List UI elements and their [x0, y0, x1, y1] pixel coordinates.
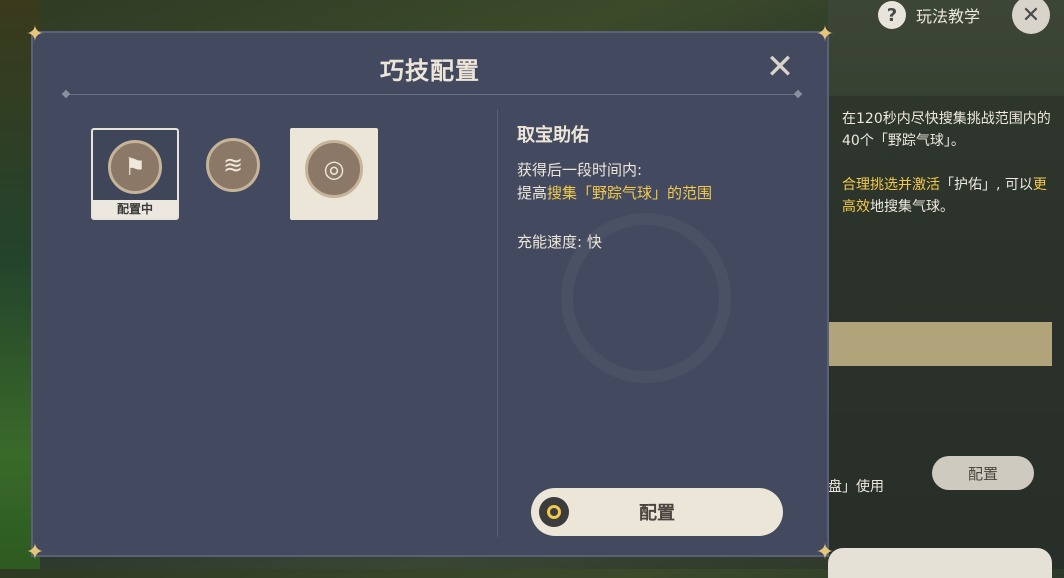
charge-speed: 充能速度: 快 — [517, 233, 602, 251]
challenge-tip: 合理挑选并激活「护佑」, 可以更高效地搜集气球。 — [842, 174, 1052, 218]
gadget-effect-line2: 提高搜集「野踪气球」的范围 — [517, 182, 712, 203]
dialog-title: 巧技配置 — [380, 57, 480, 85]
gadget-slot-2[interactable]: ≋ — [191, 128, 279, 220]
challenge-panel: 在120秒内尽快搜集挑战范围内的40个「野踪气球」。 合理挑选并激活「护佑」, … — [828, 96, 1064, 578]
use-text: 盘」使用 — [828, 479, 884, 495]
gadget-config-dialog: ✦ ✦ ✦ ✦ 巧技配置 ✕ ⚑ 配置中 ≋ ◎ 取宝助佑 获得后一段时间内: … — [26, 24, 834, 564]
title-divider — [67, 94, 797, 95]
help-icon[interactable]: ? — [877, 1, 906, 29]
gadget-treasure-icon: ◎ — [305, 140, 363, 198]
corner-ornament-icon: ✦ — [25, 540, 45, 565]
tip-text: 「护佑」, 可以 — [940, 177, 1033, 193]
gadget-wind-icon: ≋ — [206, 138, 260, 192]
gadget-slot-1[interactable]: ⚑ 配置中 — [91, 128, 179, 220]
info-bar — [828, 322, 1052, 366]
corner-ornament-icon: ✦ — [25, 22, 45, 47]
equipped-badge: 配置中 — [93, 200, 177, 218]
confirm-key-icon — [539, 497, 569, 527]
gadget-name: 取宝助佑 — [517, 125, 589, 146]
gadget-effect-line1: 获得后一段时间内: — [517, 161, 643, 179]
corner-ornament-icon: ✦ — [815, 540, 835, 565]
close-icon[interactable]: ✕ — [1012, 0, 1050, 34]
help-label[interactable]: 玩法教学 — [916, 3, 980, 27]
tip-text-end: 地搜集气球。 — [870, 199, 954, 215]
right-config-button[interactable]: 配置 — [932, 456, 1034, 490]
start-challenge-button[interactable] — [828, 548, 1052, 578]
effect-highlight: 搜集「野踪气球」的范围 — [547, 184, 713, 202]
challenge-description: 在120秒内尽快搜集挑战范围内的40个「野踪气球」。 — [842, 111, 1051, 149]
gadget-slot-3[interactable]: ◎ — [290, 128, 378, 220]
tip-highlight: 合理挑选并激活 — [842, 177, 940, 193]
config-button-label: 配置 — [639, 503, 675, 524]
column-divider — [497, 109, 498, 537]
effect-prefix: 提高 — [517, 184, 548, 202]
dialog-close-icon[interactable]: ✕ — [765, 50, 795, 84]
top-bar: ? 玩法教学 ✕ — [877, 0, 1064, 34]
gadget-runner-icon: ⚑ — [108, 140, 162, 194]
corner-ornament-icon: ✦ — [815, 22, 835, 47]
config-button[interactable]: 配置 — [531, 488, 783, 536]
